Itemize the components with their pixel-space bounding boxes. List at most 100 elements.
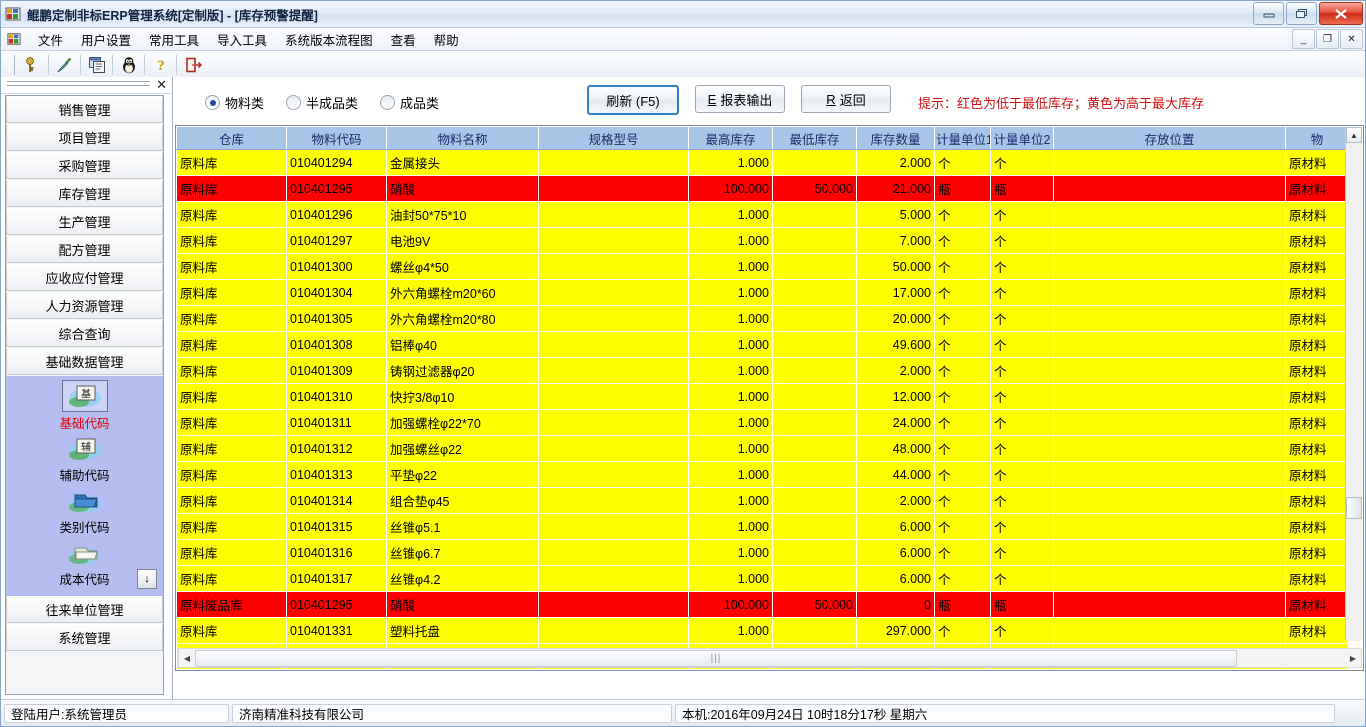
table-cell: 010401316 <box>286 539 387 566</box>
mdi-close-button[interactable]: ✕ <box>1340 29 1363 49</box>
table-cell <box>538 513 689 540</box>
scroll-right-icon[interactable]: ▶ <box>1345 650 1361 666</box>
sidebar-item-project[interactable]: 项目管理 <box>6 124 163 151</box>
sidebar-item-sales[interactable]: 销售管理 <box>6 96 163 123</box>
table-cell: 个 <box>990 617 1054 644</box>
key-icon[interactable] <box>19 53 46 77</box>
table-cell: 50.000 <box>856 253 935 280</box>
table-row[interactable]: 原料库 010401315 丝锥φ5.1 1.000 6.000 个个原材料 <box>176 513 1349 540</box>
sidebar-item-system[interactable]: 系统管理 <box>6 624 163 651</box>
table-cell: 原材料 <box>1285 279 1349 306</box>
back-button[interactable]: R 返回 <box>801 85 891 113</box>
table-row[interactable]: 原料库 010401295 硝酸 100.000 50.000 21.000 瓶瓶原材料 <box>176 175 1349 202</box>
table-row[interactable]: 原料库 010401305 外六角螺栓m20*80 1.000 20.000 个个原材料 <box>176 305 1349 332</box>
table-row[interactable]: 原料库 010401311 加强螺栓φ22*70 1.000 24.000 个个原材料 <box>176 409 1349 436</box>
table-cell: 原材料 <box>1285 383 1349 410</box>
sidebar-item-hr[interactable]: 人力资源管理 <box>6 292 163 319</box>
report-export-button[interactable]: E 报表输出 <box>695 85 785 113</box>
grid-header-cell[interactable]: 物料代码 <box>286 126 387 150</box>
table-row[interactable]: 原料库 010401300 螺丝φ4*50 1.000 50.000 个个原材料 <box>176 253 1349 280</box>
table-row[interactable]: 原料库 010401304 外六角螺栓m20*60 1.000 17.000 个个原材料 <box>176 279 1349 306</box>
sidebar-item-purchase[interactable]: 采购管理 <box>6 152 163 179</box>
sidebar-icon-category-code[interactable]: 类别代码 <box>6 486 163 536</box>
table-row[interactable]: 原料库 010401310 快拧3/8φ10 1.000 12.000 个个原材料 <box>176 383 1349 410</box>
radio-semi-finished[interactable]: 半成品类 <box>286 93 358 112</box>
grid-header-cell[interactable]: 物料名称 <box>386 126 539 150</box>
table-cell: 原料库 <box>176 175 287 202</box>
horizontal-scroll-thumb[interactable]: ||| <box>195 649 1237 667</box>
sidebar-icon-label: 类别代码 <box>59 521 110 535</box>
sidebar-close-icon[interactable]: ✕ <box>156 77 167 93</box>
grid-header-cell[interactable]: 库存数量 <box>856 126 935 150</box>
table-cell: 1.000 <box>688 565 773 592</box>
table-row[interactable]: 原料库 010401317 丝锥φ4.2 1.000 6.000 个个原材料 <box>176 565 1349 592</box>
toolbar-separator <box>80 55 81 75</box>
radio-material[interactable]: 物料类 <box>205 93 264 112</box>
close-button[interactable] <box>1319 2 1363 25</box>
table-cell: 1.000 <box>688 331 773 358</box>
grid-header-cell[interactable]: 计量单位1 <box>934 126 991 150</box>
grid-header-cell[interactable]: 计量单位2 <box>990 126 1054 150</box>
maximize-restore-button[interactable] <box>1286 2 1317 25</box>
minimize-button[interactable] <box>1253 2 1284 25</box>
scroll-left-icon[interactable]: ◀ <box>179 650 195 666</box>
toolbar-grip[interactable] <box>9 55 15 75</box>
menu-item-view[interactable]: 查看 <box>382 28 425 51</box>
grid-horizontal-scrollbar[interactable]: ◀ ||| ▶ <box>178 648 1362 668</box>
sidebar-item-query[interactable]: 综合查询 <box>6 320 163 347</box>
sidebar-item-production[interactable]: 生产管理 <box>6 208 163 235</box>
table-cell: 010401295 <box>286 591 387 618</box>
menu-item-user-settings[interactable]: 用户设置 <box>72 28 140 51</box>
grid-header-cell[interactable]: 仓库 <box>176 126 287 150</box>
table-row[interactable]: 原料废品库 010401295 硝酸 100.000 50.000 0 瓶瓶原材料 <box>176 591 1349 618</box>
sidebar-icon-base-code[interactable]: 基 基础代码 <box>6 380 163 432</box>
syringe-icon[interactable] <box>51 53 78 77</box>
refresh-button[interactable]: 刷新 (F5) <box>587 85 679 115</box>
mdi-restore-button[interactable]: ❐ <box>1316 29 1339 49</box>
table-row[interactable]: 原料库 010401314 组合垫φ45 1.000 2.000 个个原材料 <box>176 487 1349 514</box>
grid-vertical-scrollbar[interactable]: ▲ <box>1345 127 1362 641</box>
horizontal-scroll-track[interactable]: ||| <box>195 649 1345 667</box>
table-row[interactable]: 原料库 010401312 加强螺丝φ22 1.000 48.000 个个原材料 <box>176 435 1349 462</box>
penguin-icon[interactable] <box>115 53 142 77</box>
table-row[interactable]: 原料库 010401313 平垫φ22 1.000 44.000 个个原材料 <box>176 461 1349 488</box>
table-cell <box>538 383 689 410</box>
table-row[interactable]: 原料库 010401331 塑料托盘 1.000 297.000 个个原材料 <box>176 617 1349 644</box>
help-question-icon[interactable]: ? <box>147 53 174 77</box>
grid-header-cell[interactable]: 最低库存 <box>772 126 857 150</box>
table-row[interactable]: 原料库 010401308 铝棒φ40 1.000 49.600 个个原材料 <box>176 331 1349 358</box>
sidebar-item-formula[interactable]: 配方管理 <box>6 236 163 263</box>
table-cell <box>1053 305 1286 332</box>
sidebar-item-inventory[interactable]: 库存管理 <box>6 180 163 207</box>
table-cell <box>538 461 689 488</box>
menu-item-common-tools[interactable]: 常用工具 <box>140 28 208 51</box>
table-cell <box>1053 409 1286 436</box>
menu-item-import-tools[interactable]: 导入工具 <box>208 28 276 51</box>
table-cell: 硝酸 <box>386 591 539 618</box>
sidebar-item-partners[interactable]: 往来单位管理 <box>6 596 163 623</box>
scroll-up-icon[interactable]: ▲ <box>1346 127 1362 143</box>
table-row[interactable]: 原料库 010401296 油封50*75*10 1.000 5.000 个个原材料 <box>176 201 1349 228</box>
table-row[interactable]: 原料库 010401316 丝锥φ6.7 1.000 6.000 个个原材料 <box>176 539 1349 566</box>
sidebar-scroll-down-button[interactable]: ↓ <box>137 569 157 589</box>
grid-header-cell[interactable]: 规格型号 <box>538 126 689 150</box>
grid-header-cell[interactable]: 存放位置 <box>1053 126 1286 150</box>
exit-door-icon[interactable] <box>179 53 206 77</box>
grid-header-cell[interactable]: 最高库存 <box>688 126 773 150</box>
table-row[interactable]: 原料库 010401297 电池9V 1.000 7.000 个个原材料 <box>176 227 1349 254</box>
menu-item-file[interactable]: 文件 <box>29 28 72 51</box>
table-row[interactable]: 原料库 010401294 金属接头 1.000 2.000 个个原材料 <box>176 149 1349 176</box>
mdi-minimize-button[interactable]: _ <box>1292 29 1315 49</box>
grid-header-cell[interactable]: 物 <box>1285 126 1349 150</box>
sidebar-icon-aux-code[interactable]: 辅 辅助代码 <box>6 434 163 484</box>
table-cell: 297.000 <box>856 617 935 644</box>
menu-item-system-flow[interactable]: 系统版本流程图 <box>276 28 382 51</box>
sidebar-item-basedata[interactable]: 基础数据管理 <box>6 348 163 375</box>
table-cell <box>1053 175 1286 202</box>
radio-finished[interactable]: 成品类 <box>380 93 439 112</box>
vertical-scroll-thumb[interactable] <box>1346 497 1362 519</box>
menu-item-help[interactable]: 帮助 <box>425 28 468 51</box>
window-copy-icon[interactable] <box>83 53 110 77</box>
sidebar-item-receivable[interactable]: 应收应付管理 <box>6 264 163 291</box>
table-row[interactable]: 原料库 010401309 铸钢过滤器φ20 1.000 2.000 个个原材料 <box>176 357 1349 384</box>
